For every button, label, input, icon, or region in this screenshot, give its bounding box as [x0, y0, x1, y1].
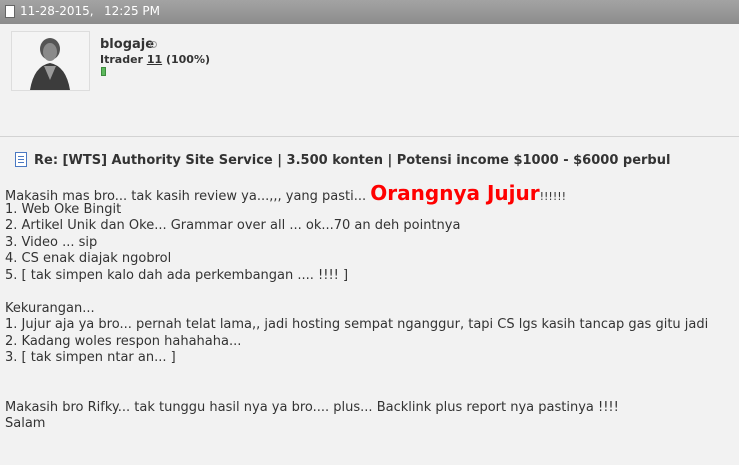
highlight-text: Orangnya Jujur	[370, 181, 540, 205]
pros-item: 3. Video ... sip	[5, 234, 98, 250]
document-icon	[5, 5, 15, 18]
cons-heading: Kekurangan...	[5, 300, 95, 316]
avatar[interactable]	[11, 31, 90, 91]
rank-label: Itrader	[100, 53, 143, 66]
user-info-panel: blogaje Itrader 11 (100%)	[0, 24, 739, 137]
rank-count-link[interactable]: 11	[147, 53, 162, 66]
rank-percent: (100%)	[165, 53, 211, 66]
post-document-icon	[15, 152, 27, 167]
cons-item: 2. Kadang woles respon hahahaha...	[5, 333, 242, 349]
highlight-suffix: !!!!!!	[539, 190, 567, 203]
post-title-row: Re: [WTS] Authority Site Service | 3.500…	[0, 137, 739, 177]
intro-line: Makasih mas bro... tak kasih review ya..…	[5, 183, 735, 204]
pros-item: 2. Artikel Unik dan Oke... Grammar over …	[5, 218, 461, 233]
reputation-bar-icon	[101, 67, 106, 76]
trader-rating: Itrader 11 (100%)	[100, 53, 210, 66]
post-time: 12:25 PM	[104, 4, 160, 18]
post-header: 11-28-2015, 12:25 PM	[0, 0, 739, 24]
closing-text: Makasih bro Rifky... tak tunggu hasil ny…	[5, 399, 619, 415]
post-content: Makasih mas bro... tak kasih review ya..…	[5, 183, 735, 433]
post-date: 11-28-2015,	[20, 4, 94, 18]
post-body: Re: [WTS] Authority Site Service | 3.500…	[0, 137, 739, 465]
pros-item: 4. CS enak diajak ngobrol	[5, 251, 172, 266]
username-link[interactable]: blogaje	[100, 37, 154, 52]
post-title: Re: [WTS] Authority Site Service | 3.500…	[34, 153, 671, 168]
pros-item: 5. [ tak simpen kalo dah ada perkembanga…	[5, 267, 349, 283]
signoff-text: Salam	[5, 416, 46, 431]
cons-item: 3. [ tak simpen ntar an... ]	[5, 350, 176, 365]
cons-item: 1. Jujur aja ya bro... pernah telat lama…	[5, 317, 709, 332]
offline-status-icon	[150, 41, 157, 48]
